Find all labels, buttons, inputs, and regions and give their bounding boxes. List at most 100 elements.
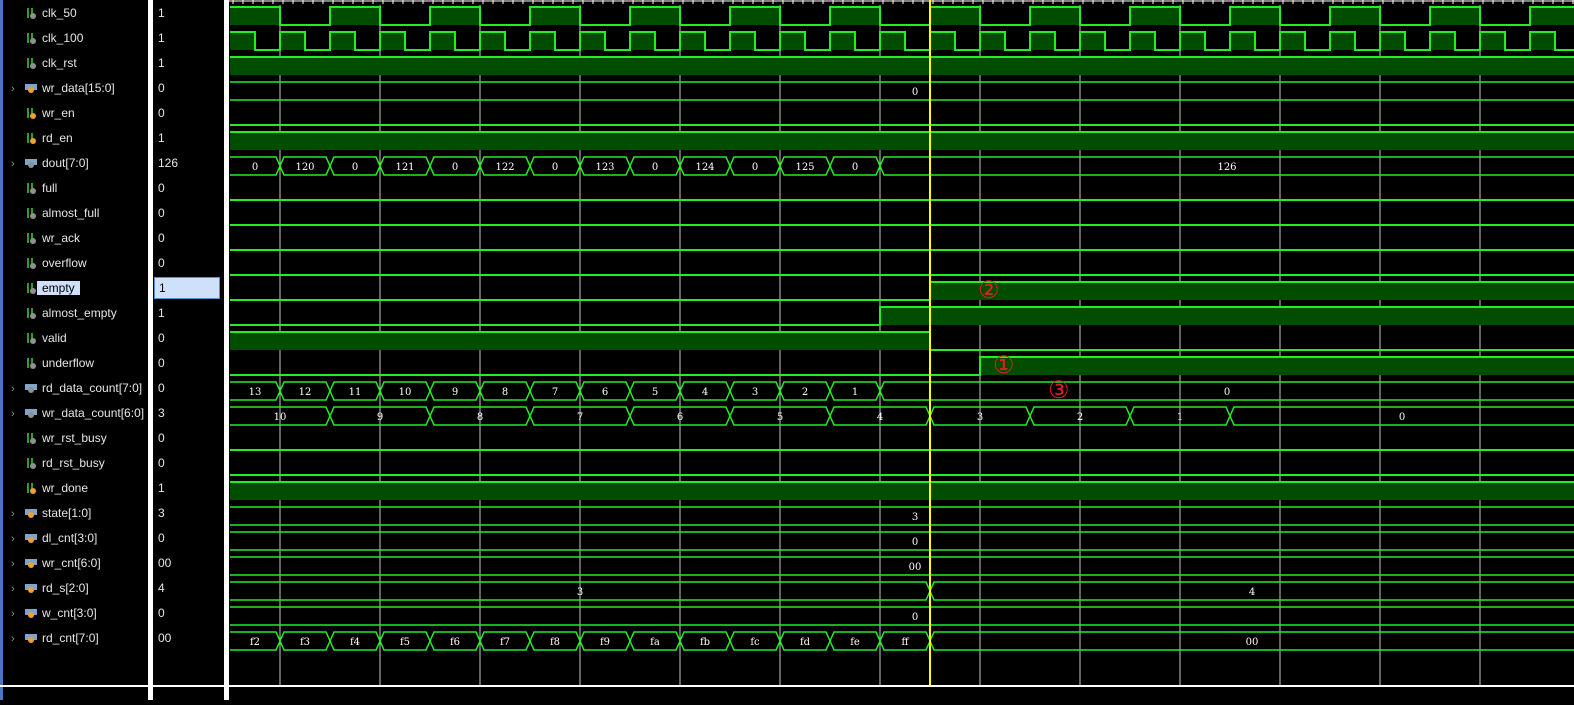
waveform-panel[interactable]: 0 0 120 0 121 0 122 0 123 0 124 0 125 0 126 13 12 11 10 9 8 7… xyxy=(229,0,1574,700)
signal-row-wr-rst-busy[interactable]: wr_rst_busy xyxy=(11,427,107,449)
signal-row-full[interactable]: full xyxy=(11,177,57,199)
waveform-rd_s[interactable]: 34 xyxy=(230,581,1574,601)
signal-value: 0 xyxy=(158,181,165,195)
expand-chevron-icon[interactable]: › xyxy=(11,553,25,575)
bit-signal-icon xyxy=(25,307,39,320)
signal-row-valid[interactable]: valid xyxy=(11,327,67,349)
expand-chevron-icon[interactable]: › xyxy=(11,78,25,100)
signal-row-wr-en[interactable]: wr_en xyxy=(11,102,75,124)
high-level xyxy=(780,32,805,50)
signal-row-dl-cnt[interactable]: › dl_cnt[3:0] xyxy=(11,527,97,549)
expand-chevron-icon[interactable]: › xyxy=(11,603,25,625)
high-level xyxy=(280,32,305,50)
waveform-wr_done[interactable] xyxy=(230,481,1574,500)
signal-name-panel: clk_50 clk_100 clk_rst › wr_data[15:0] wr_enr… xyxy=(0,0,148,700)
high-level xyxy=(880,32,905,50)
signal-row-state[interactable]: › state[1:0] xyxy=(11,502,91,524)
waveform-rd_cnt[interactable]: f2 f3 f4 f5 f6 f7 f8 f9 fa fb fc fd fe ff 00 xyxy=(230,631,1574,651)
bus-segment xyxy=(230,556,1574,576)
bus-value-label: 4 xyxy=(702,387,708,398)
bus-value-label: 0 xyxy=(652,162,658,173)
waveform-dl_cnt[interactable]: 0 xyxy=(230,531,1574,551)
bus-value-label: 5 xyxy=(652,387,658,398)
waveform-clk_50[interactable] xyxy=(230,6,1574,26)
waveform-almost_empty[interactable] xyxy=(230,306,1574,326)
bus-signal-icon xyxy=(25,408,39,420)
bus-value-label: 3 xyxy=(912,512,918,523)
signal-row-underflow[interactable]: underflow xyxy=(11,352,94,374)
expand-chevron-icon[interactable]: › xyxy=(11,628,25,650)
bus-value-label: 9 xyxy=(377,412,383,423)
signal-row-almost-empty[interactable]: almost_empty xyxy=(11,302,117,324)
signal-row-empty[interactable]: empty xyxy=(11,277,80,299)
waveform-clk_rst[interactable] xyxy=(230,56,1574,75)
signal-name: state[1:0] xyxy=(42,506,92,520)
waveform-wr_data[interactable]: 0 xyxy=(230,81,1574,101)
waveform-rd_data_count[interactable]: 13 12 11 10 9 8 7 6 5 4 3 2 1 0 xyxy=(230,381,1574,401)
waveform-underflow[interactable] xyxy=(230,356,1574,376)
signal-value: 0 xyxy=(158,456,165,470)
bit-signal-icon xyxy=(25,482,39,495)
bus-value-label: 120 xyxy=(295,162,314,173)
signal-row-rd-data-count[interactable]: › rd_data_count[7:0] xyxy=(11,377,142,399)
signal-name: wr_done xyxy=(42,481,89,495)
waveform-empty[interactable] xyxy=(230,281,1574,301)
bus-value-label: 8 xyxy=(477,412,483,423)
expand-chevron-icon[interactable]: › xyxy=(11,503,25,525)
signal-value: 0 xyxy=(158,206,165,220)
signal-name: underflow xyxy=(42,356,95,370)
expand-chevron-icon[interactable]: › xyxy=(11,153,25,175)
waveform-w_cnt[interactable]: 0 xyxy=(230,606,1574,626)
waveform-rd_en[interactable] xyxy=(230,131,1574,150)
signal-row-overflow[interactable]: overflow xyxy=(11,252,87,274)
signal-row-clk-50[interactable]: clk_50 xyxy=(11,2,77,24)
signal-row-wr-data[interactable]: › wr_data[15:0] xyxy=(11,77,115,99)
waveform-wr_cnt[interactable]: 00 xyxy=(230,556,1574,576)
waveform-wr_data_count[interactable]: 10 9 8 7 6 5 4 3 2 1 0 xyxy=(230,406,1574,426)
expand-chevron-icon[interactable]: › xyxy=(11,378,25,400)
high-level xyxy=(1130,32,1155,50)
bit-signal-icon xyxy=(25,457,39,470)
signal-row-rd-en[interactable]: rd_en xyxy=(11,127,73,149)
signal-row-rd-s[interactable]: › rd_s[2:0] xyxy=(11,577,89,599)
bit-signal-icon xyxy=(25,257,39,270)
signal-row-w-cnt[interactable]: › w_cnt[3:0] xyxy=(11,602,97,624)
high-level xyxy=(930,282,1574,300)
bus-value-label: 0 xyxy=(452,162,458,173)
waveform-canvas[interactable]: 00 120 0 121 0 122 0 123 0 124 0 125 0 12613 12 11 10 9 8 7… xyxy=(229,0,1574,700)
signal-row-rd-cnt[interactable]: › rd_cnt[7:0] xyxy=(11,627,99,649)
expand-chevron-icon[interactable]: › xyxy=(11,578,25,600)
bus-value-label: 123 xyxy=(595,162,614,173)
high-level xyxy=(230,7,280,25)
bus-value-label: 7 xyxy=(577,412,583,423)
signal-row-almost-full[interactable]: almost_full xyxy=(11,202,99,224)
bus-value-label: 125 xyxy=(795,162,814,173)
high-level xyxy=(1330,7,1380,25)
signal-row-wr-data-count[interactable]: › wr_data_count[6:0] xyxy=(11,402,144,424)
high-level xyxy=(230,132,1574,150)
waveform-dout[interactable]: 0 120 0 121 0 122 0 123 0 124 0 125 0 126 xyxy=(230,156,1574,176)
bit-signal-icon xyxy=(25,32,39,45)
bus-value-label: 122 xyxy=(495,162,514,173)
signal-row-wr-done[interactable]: wr_done xyxy=(11,477,88,499)
expand-chevron-icon[interactable]: › xyxy=(11,403,25,425)
signal-row-wr-cnt[interactable]: › wr_cnt[6:0] xyxy=(11,552,101,574)
bus-value-label: 6 xyxy=(677,412,683,423)
high-level xyxy=(1380,32,1405,50)
expand-chevron-icon[interactable]: › xyxy=(11,528,25,550)
bus-value-label: fa xyxy=(650,637,660,648)
high-level xyxy=(1180,32,1205,50)
high-level xyxy=(1080,32,1105,50)
waveform-state[interactable]: 3 xyxy=(230,506,1574,526)
waveform-valid[interactable] xyxy=(230,331,1574,351)
bus-value-label: 0 xyxy=(1399,412,1405,423)
signal-row-rd-rst-busy[interactable]: rd_rst_busy xyxy=(11,452,105,474)
signal-row-wr-ack[interactable]: wr_ack xyxy=(11,227,80,249)
bus-value-label: f4 xyxy=(350,637,360,648)
high-level xyxy=(630,7,680,25)
signal-row-dout[interactable]: › dout[7:0] xyxy=(11,152,89,174)
waveform-clk_100[interactable] xyxy=(230,31,1574,51)
bit-signal-icon xyxy=(25,182,39,195)
signal-row-clk-rst[interactable]: clk_rst xyxy=(11,52,77,74)
signal-row-clk-100[interactable]: clk_100 xyxy=(11,27,83,49)
